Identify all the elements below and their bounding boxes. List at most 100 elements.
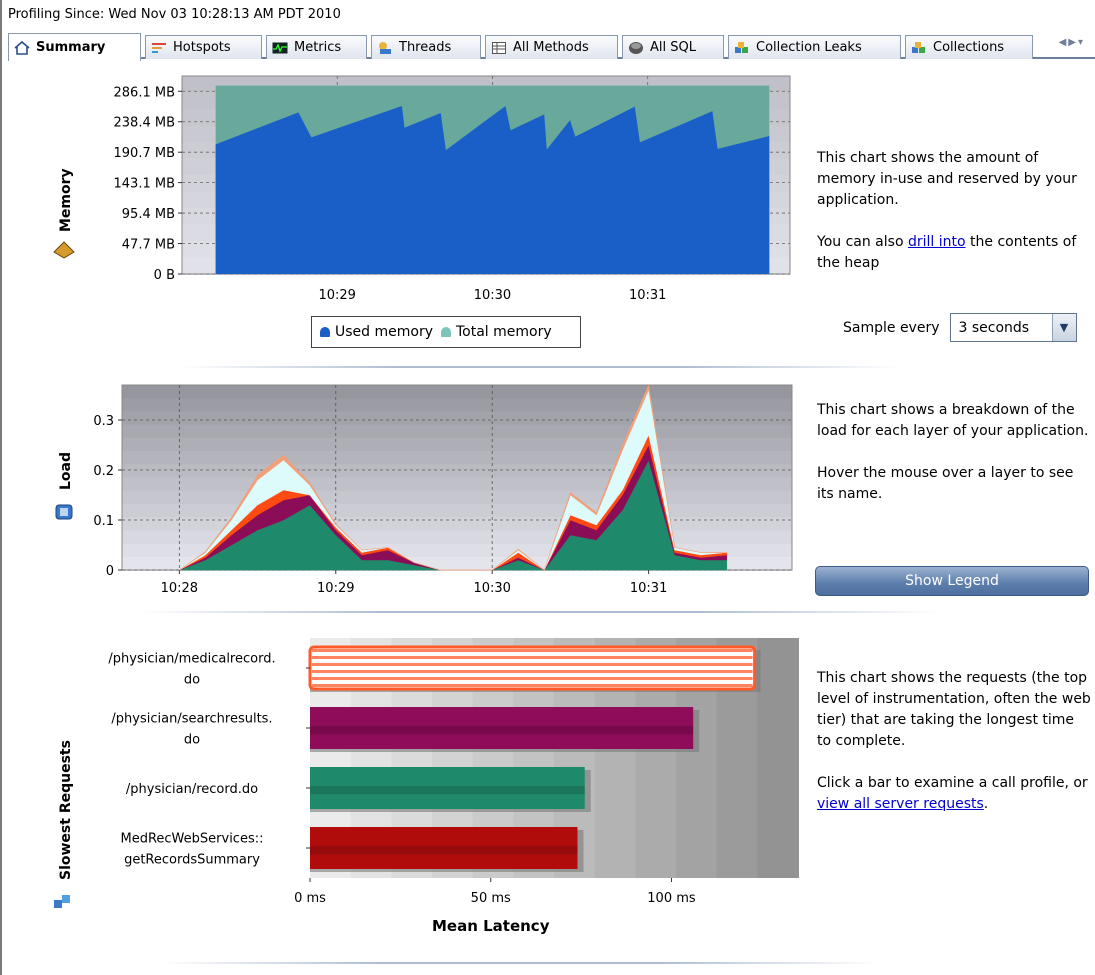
x-tick-label: 10:29 xyxy=(318,288,355,303)
bar-stripe xyxy=(312,684,753,687)
bar-stripe xyxy=(312,649,753,652)
tab-label: Hotspots xyxy=(173,40,231,55)
tab-collections[interactable]: Collections xyxy=(905,35,1033,59)
x-tick-label: 10:31 xyxy=(629,288,666,303)
sample-interval-row: Sample every 3 seconds ▼ xyxy=(843,313,1077,342)
profiling-since-label: Profiling Since: Wed Nov 03 10:28:13 AM … xyxy=(8,7,341,22)
requests-link-suffix: . xyxy=(983,796,989,812)
x-tick-label: 10:29 xyxy=(317,581,354,596)
threads-icon xyxy=(376,40,394,56)
x-tick-label: 0 ms xyxy=(294,891,326,906)
y-tick-label: 0 B xyxy=(154,268,175,283)
requests-description: This chart shows the requests (the top l… xyxy=(817,668,1092,836)
memory-section-icon xyxy=(53,241,75,259)
load-description-text: This chart shows a breakdown of the load… xyxy=(817,402,1089,439)
tab-threads[interactable]: Threads xyxy=(371,35,481,59)
section-divider xyxy=(160,962,880,964)
tab-summary[interactable]: Summary xyxy=(8,33,141,61)
category-label: /physician/searchresults. xyxy=(111,712,272,727)
tab-label: Metrics xyxy=(294,40,342,55)
slowest-requests-chart[interactable]: 0 ms 50 ms 100 ms Mean Latency/physician/me… xyxy=(82,630,810,946)
tab-collection-leaks[interactable]: Collection Leaks xyxy=(728,35,901,59)
tab-label: Summary xyxy=(36,40,106,55)
plot-background-band xyxy=(122,490,792,505)
memory-drill-prefix: You can also xyxy=(817,234,908,250)
x-tick-label: 100 ms xyxy=(647,891,696,906)
bar-stripe xyxy=(312,670,753,673)
window-left-border xyxy=(0,0,2,975)
show-legend-button[interactable]: Show Legend xyxy=(815,566,1089,596)
memory-drill-text: You can also drill into the contents of … xyxy=(817,232,1092,274)
requests-section-title: Slowest Requests xyxy=(58,740,74,880)
plot-background-band xyxy=(122,451,792,466)
category-label: /physician/medicalrecord. xyxy=(108,652,275,667)
bar-stripe xyxy=(312,677,753,680)
section-divider xyxy=(180,366,900,368)
methods-icon xyxy=(490,40,508,56)
x-tick-label: 10:30 xyxy=(474,288,511,303)
plot-background-band xyxy=(122,477,792,492)
x-tick-label: 10:30 xyxy=(473,581,510,596)
load-chart[interactable]: 0.3 0.2 0.1 0 10:28 10:29 10:30 10:31 xyxy=(80,383,800,601)
plot-background-band xyxy=(122,398,792,413)
bar-highlight xyxy=(310,725,694,735)
bar-highlight xyxy=(310,785,585,795)
used-memory-swatch xyxy=(320,327,330,337)
y-tick-label: 143.1 MB xyxy=(114,177,175,192)
y-tick-label: 0 xyxy=(106,564,114,579)
y-tick-label: 190.7 MB xyxy=(114,146,175,161)
tab-label: Collection Leaks xyxy=(756,40,862,55)
total-memory-swatch xyxy=(441,327,451,337)
sample-interval-select[interactable]: 3 seconds ▼ xyxy=(949,313,1077,342)
plot-background-band xyxy=(122,424,792,439)
drill-into-link[interactable]: drill into xyxy=(908,234,966,250)
hotspots-icon xyxy=(150,40,168,56)
tab-scroll-arrows-icon[interactable]: ◀▶▾ xyxy=(1059,37,1085,48)
sample-every-label: Sample every xyxy=(843,319,940,336)
used-memory-legend-label: Used memory xyxy=(335,324,433,340)
requests-link-text: Click a bar to examine a call profile, o… xyxy=(817,773,1092,815)
chevron-down-icon[interactable]: ▼ xyxy=(1051,314,1076,341)
category-label: MedRecWebServices:: xyxy=(121,832,264,847)
load-hover-text: Hover the mouse over a layer to see its … xyxy=(817,465,1074,502)
plot-background-band xyxy=(122,464,792,479)
y-tick-label: 0.1 xyxy=(93,514,114,529)
x-tick-label: 10:28 xyxy=(161,581,198,596)
tab-metrics[interactable]: Metrics xyxy=(266,35,367,59)
used-memory-area xyxy=(215,106,770,275)
tab-label: All SQL xyxy=(650,40,696,55)
total-memory-legend-label: Total memory xyxy=(456,324,552,340)
category-label: /physician/record.do xyxy=(126,782,258,797)
plot-background-band xyxy=(122,437,792,453)
collections-icon xyxy=(910,40,928,56)
tab-bar: Summary Hotspots Metrics Threads All Met… xyxy=(8,33,1095,61)
load-description: This chart shows a breakdown of the load… xyxy=(817,400,1092,526)
plot-background-band xyxy=(757,638,799,878)
x-tick-label: 10:31 xyxy=(630,581,667,596)
section-divider xyxy=(140,611,940,613)
y-tick-label: 286.1 MB xyxy=(114,85,175,100)
memory-description-text: This chart shows the amount of memory in… xyxy=(817,150,1077,208)
requests-section-icon xyxy=(54,895,70,908)
y-tick-label: 238.4 MB xyxy=(114,116,175,131)
memory-description: This chart shows the amount of memory in… xyxy=(817,148,1092,295)
tab-hotspots[interactable]: Hotspots xyxy=(145,35,262,59)
collection-leaks-icon xyxy=(733,40,751,56)
tab-label: Threads xyxy=(399,40,452,55)
tab-label: Collections xyxy=(933,40,1005,55)
load-section-icon xyxy=(55,504,73,520)
view-all-server-requests-link[interactable]: view all server requests xyxy=(817,796,984,812)
memory-section-title: Memory xyxy=(58,168,74,232)
tab-all-methods[interactable]: All Methods xyxy=(485,35,618,59)
house-icon xyxy=(13,40,31,56)
y-tick-label: 47.7 MB xyxy=(122,238,175,253)
y-tick-label: 0.3 xyxy=(93,414,114,429)
plot-background-band xyxy=(122,503,792,519)
tab-all-sql[interactable]: All SQL xyxy=(622,35,724,59)
memory-legend: Used memory Total memory xyxy=(311,316,581,348)
x-tick-label: 50 ms xyxy=(471,891,511,906)
bar-stripe xyxy=(312,656,753,659)
tab-label: All Methods xyxy=(513,40,589,55)
requests-description-text: This chart shows the requests (the top l… xyxy=(817,670,1091,749)
plot-background-band xyxy=(122,411,792,426)
